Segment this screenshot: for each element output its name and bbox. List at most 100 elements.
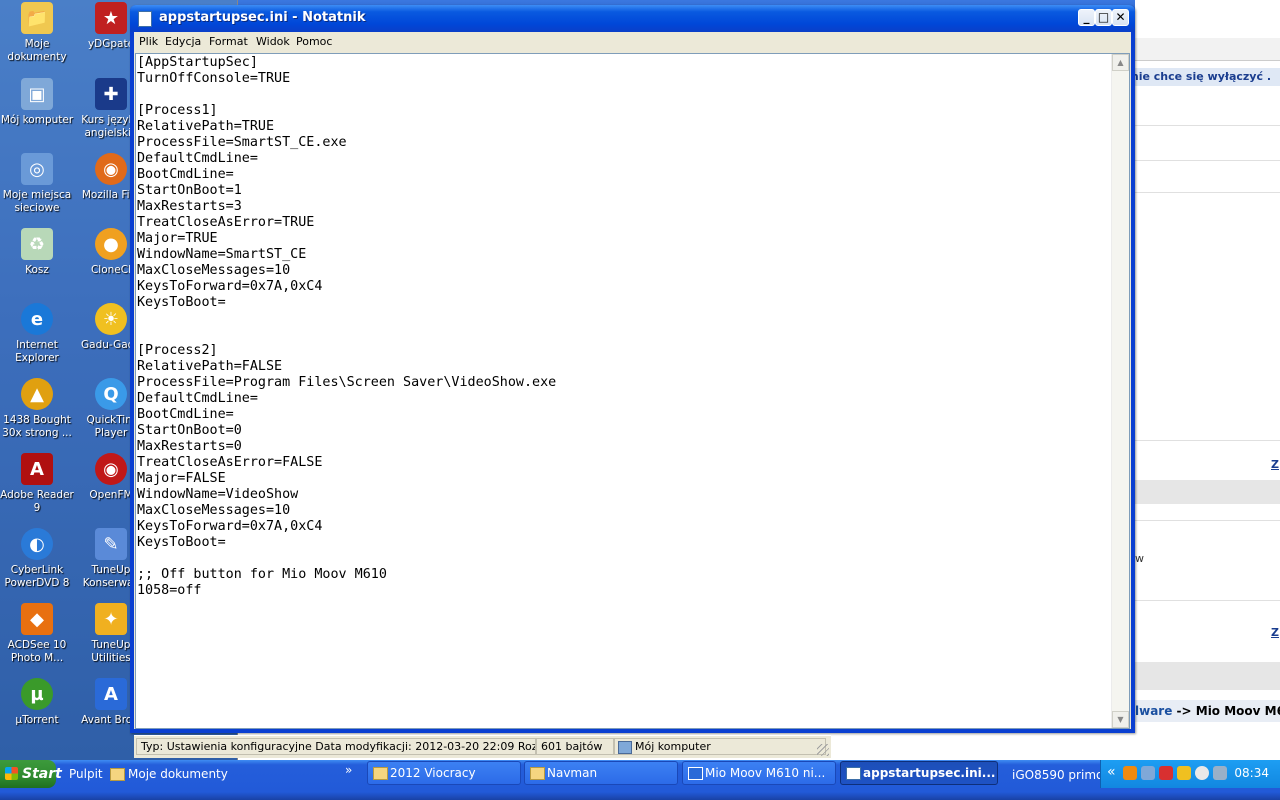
task-label: appstartupsec.ini... [863, 766, 996, 780]
background-side-link-2[interactable]: Z [1271, 626, 1279, 639]
scroll-up-arrow[interactable]: ▲ [1112, 54, 1129, 71]
background-breadcrumb: lware -> Mio Moov M61 [1135, 700, 1280, 722]
uk-flag-icon: ✚ [95, 78, 127, 110]
dragon-icon: ★ [95, 2, 127, 34]
avant-browser-icon [688, 767, 703, 780]
notepad-client: Plik Edycja Format Widok Pomoc [AppStart… [134, 32, 1131, 729]
menu-format[interactable]: Format [209, 35, 248, 48]
media-icon: ▲ [21, 378, 53, 410]
menu-file[interactable]: Plik [139, 35, 158, 48]
close-button[interactable]: ✕ [1112, 9, 1129, 26]
background-browser-address-bar[interactable] [1135, 38, 1280, 61]
clock[interactable]: 08:34 [1234, 766, 1269, 780]
file-content[interactable]: [AppStartupSec] TurnOffConsole=TRUE [Pro… [137, 55, 1112, 727]
task-notepad[interactable]: appstartupsec.ini... [840, 761, 998, 785]
status-file-info: Typ: Ustawienia konfiguracyjne Data mody… [136, 738, 536, 755]
menu-edit[interactable]: Edycja [165, 35, 201, 48]
taskbar-chevron[interactable]: » [345, 760, 352, 780]
display-tray-icon[interactable] [1213, 766, 1227, 780]
dvd-icon: ◐ [21, 528, 53, 560]
text-editor[interactable]: [AppStartupSec] TurnOffConsole=TRUE [Pro… [135, 53, 1130, 729]
task-label: Mio Moov M610 ni... [705, 766, 826, 780]
desktop-icon-my-computer[interactable]: ▣ Mój komputer [0, 78, 74, 127]
gadu-gadu-tray-icon[interactable] [1177, 766, 1191, 780]
task-label: Navman [547, 766, 598, 780]
desktop-icon-internet-explorer[interactable]: e Internet Explorer [0, 303, 74, 365]
start-label: Start [22, 766, 62, 782]
task-navman[interactable]: Navman [524, 761, 678, 785]
notepad-titlebar[interactable]: appstartupsec.ini - Notatnik _ □ ✕ [130, 5, 1135, 32]
safely-remove-tray-icon[interactable] [1159, 766, 1173, 780]
sheep-icon: ● [95, 228, 127, 260]
desktop-icon-1438-bought[interactable]: ▲ 1438 Bought 30x strong ... [0, 378, 74, 440]
close-icon: ✕ [1115, 10, 1126, 24]
resize-grip[interactable] [817, 744, 829, 756]
wrench-icon: ✦ [95, 603, 127, 635]
maximize-icon: □ [1097, 10, 1110, 24]
background-side-link[interactable]: Z [1271, 458, 1279, 471]
folder-icon [530, 767, 545, 780]
computer-icon: ▣ [21, 78, 53, 110]
notepad-window[interactable]: appstartupsec.ini - Notatnik _ □ ✕ Plik … [130, 5, 1135, 733]
folder-icon [110, 768, 125, 781]
desktop-icon-utorrent[interactable]: µ µTorrent [0, 678, 74, 727]
adobe-reader-icon: A [21, 453, 53, 485]
status-bar: Typ: Ustawienia konfiguracyjne Data mody… [134, 735, 831, 758]
taskbar: Start Pulpit Moje dokumenty » 2012 Viocr… [0, 760, 1280, 800]
breadcrumb-current: -> Mio Moov M61 [1176, 704, 1280, 718]
recycle-bin-icon: ♻ [21, 228, 53, 260]
avant-browser-icon: A [95, 678, 127, 710]
vertical-scrollbar[interactable]: ▲ ▼ [1111, 54, 1129, 728]
notepad-icon [846, 767, 861, 780]
internet-explorer-icon: e [21, 303, 53, 335]
task-label: 2012 Viocracy [390, 766, 476, 780]
tray-expand-button[interactable]: « [1107, 764, 1116, 780]
panda-tray-icon[interactable] [1195, 766, 1209, 780]
quicktime-icon: Q [95, 378, 127, 410]
desktop-icon-powerdvd[interactable]: ◐ CyberLink PowerDVD 8 [0, 528, 74, 590]
background-grey-band [1135, 480, 1280, 504]
network-icon: ◎ [21, 153, 53, 185]
firefox-icon: ◉ [95, 153, 127, 185]
network-tray-icon[interactable] [1141, 766, 1155, 780]
status-location: Mój komputer [614, 738, 826, 755]
menu-help[interactable]: Pomoc [296, 35, 332, 48]
quicklaunch-desktop[interactable]: Pulpit [69, 764, 103, 784]
minimize-icon: _ [1083, 10, 1090, 24]
radio-icon: ◉ [95, 453, 127, 485]
maximize-button[interactable]: □ [1095, 9, 1112, 26]
task-2012-viocracy[interactable]: 2012 Viocracy [367, 761, 521, 785]
desktop-icon-network-places[interactable]: ◎ Moje miejsca sieciowe [0, 153, 74, 215]
background-thread-title[interactable]: ) nie chce się wyłączyć . [1135, 70, 1271, 83]
background-side-text: w [1135, 552, 1144, 565]
sun-icon: ☀ [95, 303, 127, 335]
system-tray: « 08:34 [1100, 760, 1280, 788]
quicklaunch-my-documents-label: Moje dokumenty [128, 767, 228, 781]
folder-icon: 📁 [21, 2, 53, 34]
scroll-down-arrow[interactable]: ▼ [1112, 711, 1129, 728]
windows-logo-icon [5, 767, 18, 780]
language-bar[interactable]: iGO8590 primo [1012, 768, 1103, 782]
folder-icon [373, 767, 388, 780]
computer-icon [618, 741, 632, 754]
desktop-icon-my-documents[interactable]: 📁 Moje dokumenty [0, 2, 74, 64]
minimize-button[interactable]: _ [1078, 9, 1095, 26]
media-player-tray-icon[interactable] [1123, 766, 1137, 780]
status-location-label: Mój komputer [635, 740, 711, 753]
desktop-icon-acdsee[interactable]: ◆ ACDSee 10 Photo M... [0, 603, 74, 665]
quicklaunch-my-documents[interactable]: Moje dokumenty [110, 764, 228, 784]
acdsee-icon: ◆ [21, 603, 53, 635]
utorrent-icon: µ [21, 678, 53, 710]
desktop-icon-adobe-reader[interactable]: A Adobe Reader 9 [0, 453, 74, 515]
notepad-icon [138, 11, 152, 27]
start-button[interactable]: Start [0, 760, 62, 788]
breadcrumb-link[interactable]: lware [1135, 704, 1172, 718]
background-grey-band-2 [1135, 662, 1280, 690]
menu-view[interactable]: Widok [256, 35, 290, 48]
tuneup-icon: ✎ [95, 528, 127, 560]
background-browser-page: ) nie chce się wyłączyć . Z w Z lware ->… [1135, 0, 1280, 760]
menu-bar: Plik Edycja Format Widok Pomoc [134, 32, 1131, 52]
window-title: appstartupsec.ini - Notatnik [159, 10, 366, 25]
desktop-icon-recycle-bin[interactable]: ♻ Kosz [0, 228, 74, 277]
task-browser[interactable]: Mio Moov M610 ni... [682, 761, 836, 785]
